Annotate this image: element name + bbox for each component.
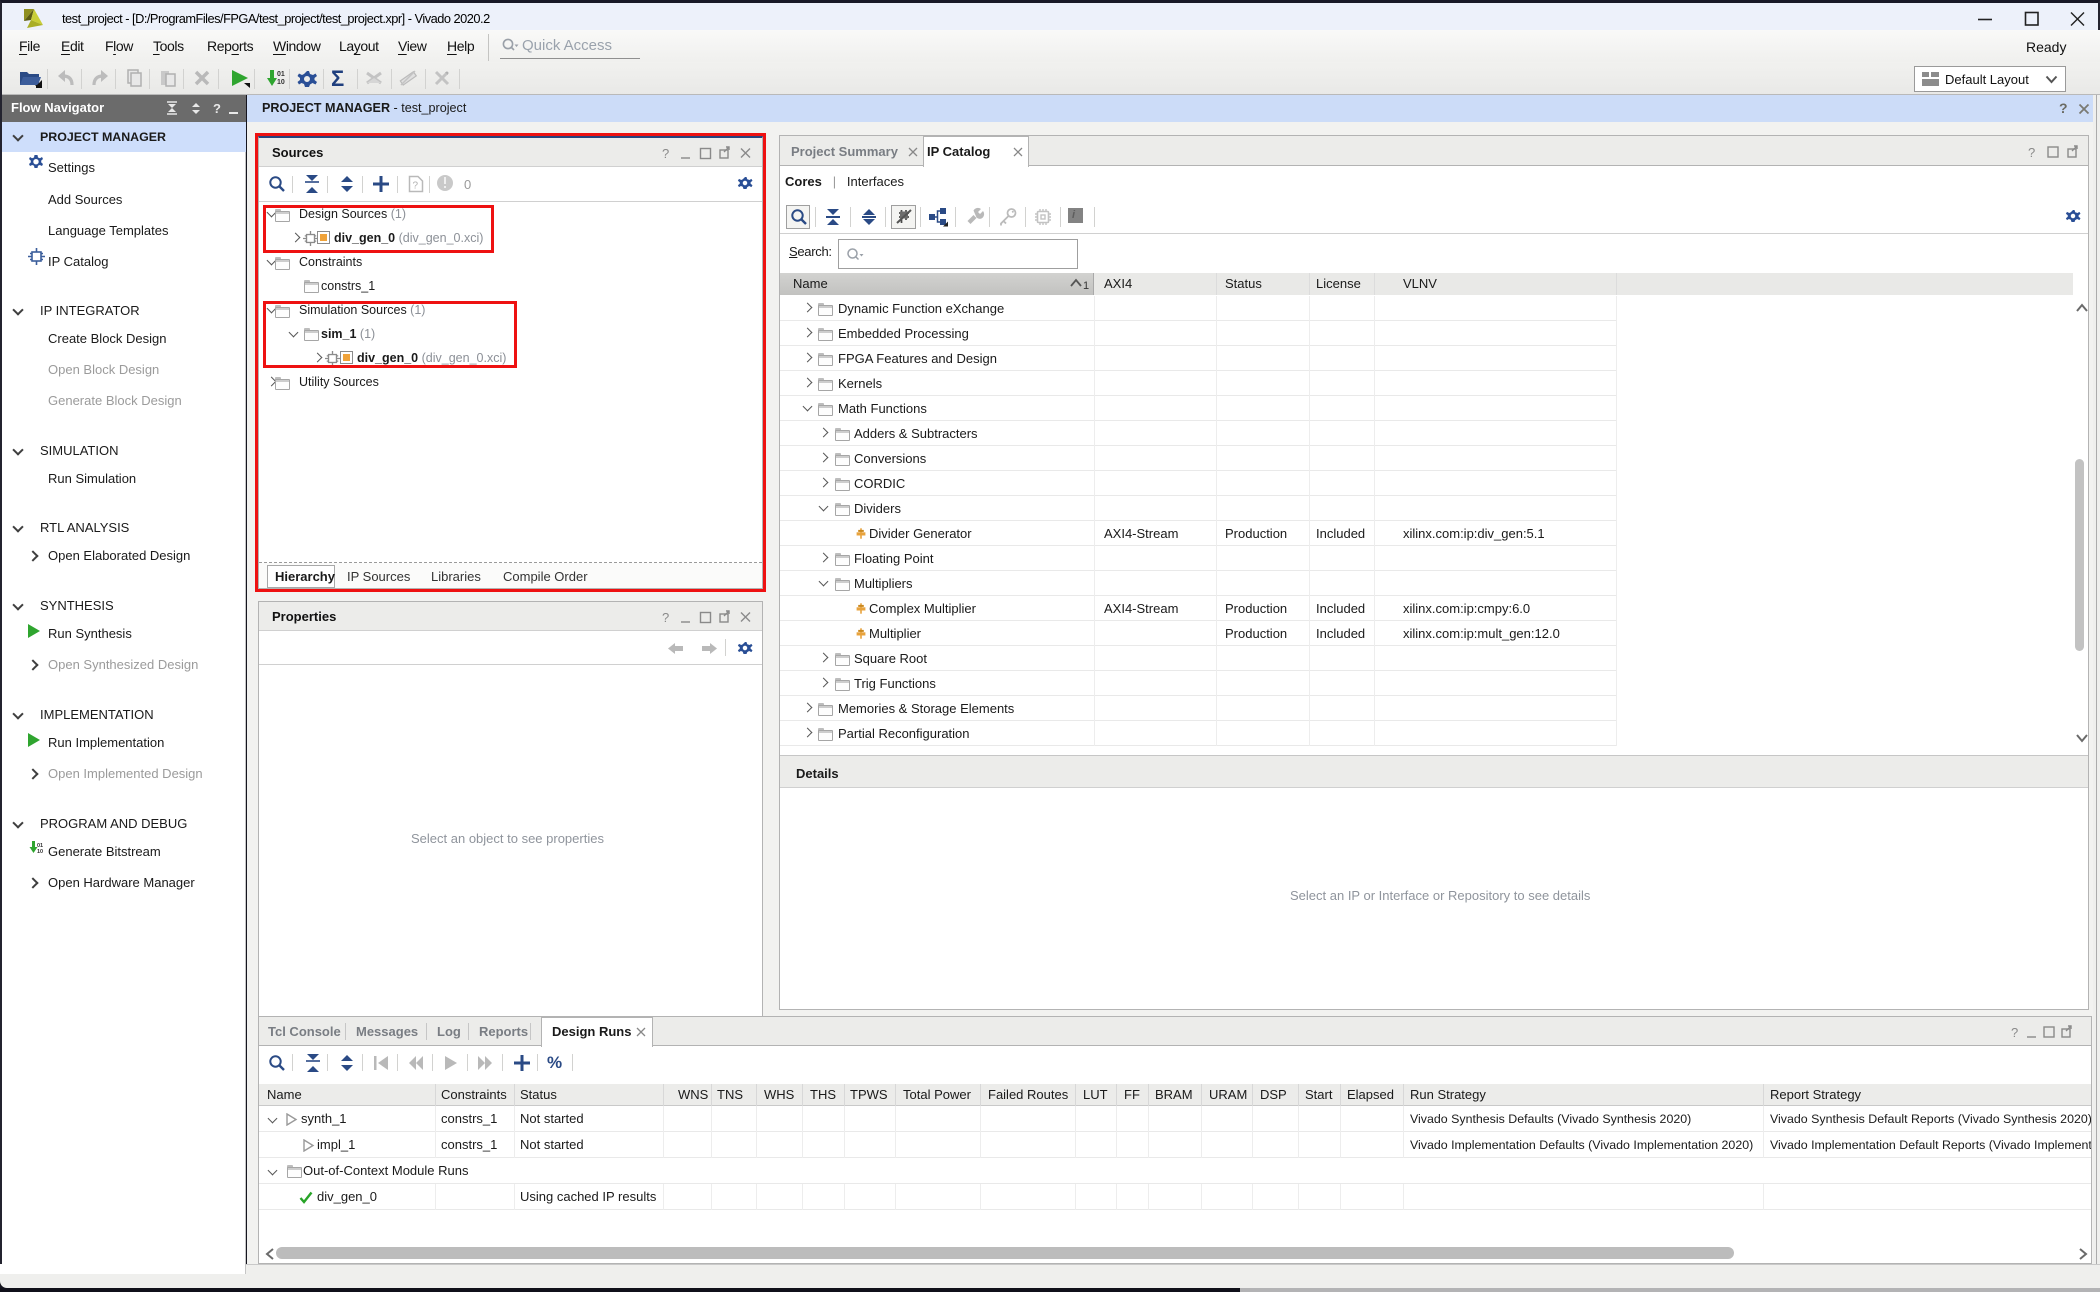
svg-text:10: 10 [277,79,285,86]
svg-text:?: ? [2011,1025,2018,1039]
svg-text:?: ? [213,101,221,116]
svg-text:?: ? [2028,145,2035,159]
svg-text:1: 1 [1083,280,1089,292]
svg-text:01: 01 [277,71,285,78]
svg-text:10: 10 [37,849,43,855]
svg-text:?: ? [662,610,669,624]
